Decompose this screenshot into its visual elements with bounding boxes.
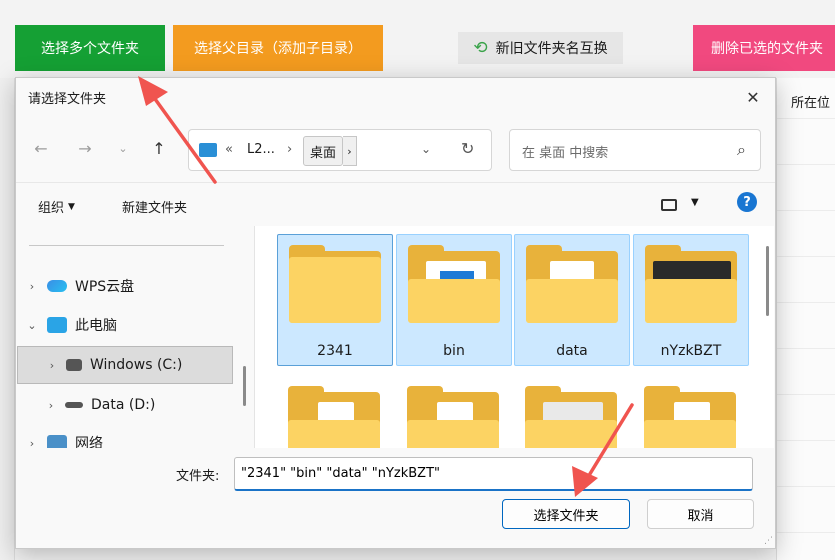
folder-tile[interactable] xyxy=(277,376,393,448)
up-arrow-icon[interactable]: ↑ xyxy=(146,134,172,162)
search-box[interactable]: 在 桌面 中搜索 ⌕ xyxy=(509,129,761,171)
chevron-right-icon[interactable]: › xyxy=(17,399,65,412)
file-view: 2341 bin data nYzkBZT xyxy=(254,226,774,448)
folder-icon xyxy=(525,386,617,448)
close-icon[interactable]: ✕ xyxy=(741,86,765,108)
file-view-scrollbar[interactable] xyxy=(766,246,769,316)
chevron-right-icon[interactable]: › xyxy=(17,437,47,449)
chevron-down-icon[interactable]: ▼ xyxy=(691,197,699,208)
organize-menu[interactable]: 组织 ▼ xyxy=(38,197,75,216)
folder-tile[interactable] xyxy=(396,376,512,448)
chevron-down-icon[interactable]: ⌄ xyxy=(17,319,47,332)
folder-icon xyxy=(408,245,500,323)
app-right-panel: 所在位 xyxy=(776,78,835,560)
folder-tile-bin[interactable]: bin xyxy=(396,234,512,366)
search-placeholder: 在 桌面 中搜索 xyxy=(522,146,609,161)
sidebar-item-label: Windows (C:) xyxy=(90,357,183,373)
divider xyxy=(29,245,224,246)
swap-names-button[interactable]: ⟲ 新旧文件夹名互换 xyxy=(458,32,623,64)
folder-tile-nyzkbzt[interactable]: nYzkBZT xyxy=(633,234,749,366)
address-overflow[interactable]: « xyxy=(225,142,233,157)
folder-name-input[interactable] xyxy=(234,457,753,491)
view-icon[interactable] xyxy=(661,199,677,211)
command-bar: 组织 ▼ 新建文件夹 ▼ xyxy=(16,182,775,226)
folder-icon xyxy=(644,386,736,448)
folder-label: nYzkBZT xyxy=(660,343,722,359)
help-icon[interactable]: ? xyxy=(737,192,757,212)
address-separator[interactable]: › xyxy=(287,142,292,157)
address-current[interactable]: 桌面 xyxy=(303,136,343,166)
folder-icon xyxy=(407,386,499,448)
forward-arrow-icon[interactable]: → xyxy=(72,134,98,162)
location-column-header: 所在位 xyxy=(791,96,831,111)
windows-drive-icon xyxy=(66,359,82,371)
folder-tile-data[interactable]: data xyxy=(514,234,630,366)
sidebar-item-label: 网络 xyxy=(75,436,103,448)
navigation-pane: › WPS云盘 ⌄ 此电脑 › Windows (C:) › Data (D:)… xyxy=(17,226,253,448)
chevron-down-icon: ▼ xyxy=(68,201,75,212)
select-folder-button[interactable]: 选择文件夹 xyxy=(502,499,630,529)
monitor-icon xyxy=(47,317,67,333)
app-left-panel xyxy=(0,78,15,560)
select-parent-dir-button[interactable]: 选择父目录（添加子目录） xyxy=(173,25,383,71)
folder-tile[interactable] xyxy=(633,376,749,448)
folder-icon xyxy=(526,245,618,323)
sidebar-item-windows-c[interactable]: › Windows (C:) xyxy=(17,346,233,384)
sidebar-scrollbar[interactable] xyxy=(243,366,246,406)
drive-icon xyxy=(65,402,83,408)
chevron-down-icon[interactable]: ⌄ xyxy=(110,134,136,162)
sidebar-item-wps-cloud[interactable]: › WPS云盘 xyxy=(17,267,233,305)
computer-icon xyxy=(199,143,217,157)
cloud-icon xyxy=(47,280,67,292)
folder-tile-2341[interactable]: 2341 xyxy=(277,234,393,366)
refresh-icon[interactable]: ↻ xyxy=(461,139,474,158)
sidebar-item-data-d[interactable]: › Data (D:) xyxy=(17,386,233,424)
organize-label: 组织 xyxy=(38,201,65,216)
chevron-right-icon[interactable]: › xyxy=(17,280,47,293)
swap-names-label: 新旧文件夹名互换 xyxy=(495,41,608,57)
select-multiple-folders-button[interactable]: 选择多个文件夹 xyxy=(15,25,165,71)
delete-selected-button[interactable]: 删除已选的文件夹 xyxy=(693,25,835,71)
sidebar-item-label: WPS云盘 xyxy=(75,279,135,295)
folder-tile[interactable] xyxy=(514,376,630,448)
sidebar-item-this-pc[interactable]: ⌄ 此电脑 xyxy=(17,306,233,344)
folder-label: data xyxy=(556,343,588,359)
address-bar[interactable]: « L2... › 桌面 › ⌄ ↻ xyxy=(188,129,492,171)
new-folder-button[interactable]: 新建文件夹 xyxy=(122,197,187,216)
chevron-down-icon[interactable]: ⌄ xyxy=(421,142,431,156)
cancel-button[interactable]: 取消 xyxy=(647,499,754,529)
folder-label: 2341 xyxy=(317,343,353,359)
chevron-right-icon[interactable]: › xyxy=(343,136,357,166)
swap-icon: ⟲ xyxy=(473,38,488,58)
resize-grip-icon[interactable]: ⋰ xyxy=(764,536,773,546)
sidebar-item-network[interactable]: › 网络 xyxy=(17,424,233,448)
sidebar-item-label: Data (D:) xyxy=(91,397,156,413)
folder-picker-dialog: 请选择文件夹 ✕ ← → ⌄ ↑ « L2... › 桌面 › ⌄ ↻ 在 桌面… xyxy=(15,77,776,549)
new-folder-label: 新建文件夹 xyxy=(122,201,188,216)
folder-icon xyxy=(645,245,737,323)
chevron-right-icon[interactable]: › xyxy=(18,359,66,372)
back-arrow-icon[interactable]: ← xyxy=(28,134,54,162)
folder-icon xyxy=(288,386,380,448)
folder-icon xyxy=(289,245,381,323)
address-segment[interactable]: L2... xyxy=(247,142,275,157)
sidebar-item-label: 此电脑 xyxy=(75,318,117,334)
folder-label: bin xyxy=(443,343,465,359)
network-icon xyxy=(47,435,67,448)
folder-name-label: 文件夹: xyxy=(176,469,220,484)
search-icon[interactable]: ⌕ xyxy=(737,140,746,160)
dialog-title: 请选择文件夹 xyxy=(28,92,107,107)
